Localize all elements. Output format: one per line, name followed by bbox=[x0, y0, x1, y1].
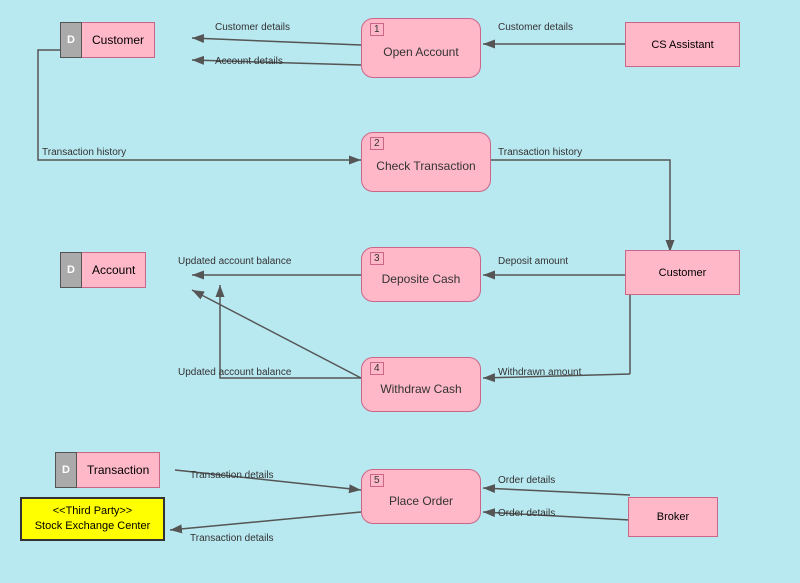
label-updated-balance-deposit: Updated account balance bbox=[178, 256, 291, 267]
entity-cs-assistant-label: CS Assistant bbox=[651, 39, 713, 51]
label-order-details-top: Order details bbox=[498, 475, 555, 486]
datastore-transaction: D Transaction bbox=[55, 452, 160, 488]
process-label-1: Open Account bbox=[383, 45, 458, 59]
process-label-4: Withdraw Cash bbox=[380, 382, 461, 396]
label-customer-details-top: Customer details bbox=[215, 22, 290, 33]
process-label-2: Check Transaction bbox=[376, 159, 475, 173]
label-order-details-bottom: Order details bbox=[498, 508, 555, 519]
datastore-label-transaction: Transaction bbox=[77, 452, 160, 488]
label-withdrawn-amount: Withdrawn amount bbox=[498, 367, 581, 378]
datastore-label-customer: Customer bbox=[82, 22, 155, 58]
process-deposit-cash: 3 Deposite Cash bbox=[361, 247, 481, 302]
datastore-d-customer: D bbox=[60, 22, 82, 58]
diagram-container: 1 Open Account 2 Check Transaction 3 Dep… bbox=[0, 0, 800, 583]
label-deposit-amount: Deposit amount bbox=[498, 256, 568, 267]
special-box-label: <<Third Party>>Stock Exchange Center bbox=[35, 504, 151, 535]
entity-customer-right: Customer bbox=[625, 250, 740, 295]
label-transaction-details-left: Transaction details bbox=[190, 470, 274, 481]
process-label-3: Deposite Cash bbox=[382, 272, 461, 286]
datastore-d-transaction: D bbox=[55, 452, 77, 488]
process-number-4: 4 bbox=[370, 362, 384, 375]
process-open-account: 1 Open Account bbox=[361, 18, 481, 78]
datastore-account: D Account bbox=[60, 252, 146, 288]
label-customer-details-cs: Customer details bbox=[498, 22, 573, 33]
process-number-1: 1 bbox=[370, 23, 384, 36]
label-transaction-history-right: Transaction history bbox=[498, 147, 582, 158]
label-transaction-history-left: Transaction history bbox=[42, 147, 126, 158]
process-check-transaction: 2 Check Transaction bbox=[361, 132, 491, 192]
entity-broker-label: Broker bbox=[657, 511, 689, 523]
special-third-party: <<Third Party>>Stock Exchange Center bbox=[20, 497, 165, 541]
label-transaction-details-bottom: Transaction details bbox=[190, 533, 274, 544]
entity-broker: Broker bbox=[628, 497, 718, 537]
label-updated-balance-withdraw: Updated account balance bbox=[178, 367, 291, 378]
entity-cs-assistant: CS Assistant bbox=[625, 22, 740, 67]
process-withdraw-cash: 4 Withdraw Cash bbox=[361, 357, 481, 412]
process-number-3: 3 bbox=[370, 252, 384, 265]
label-account-details: Account details bbox=[215, 56, 283, 67]
process-number-5: 5 bbox=[370, 474, 384, 487]
datastore-customer: D Customer bbox=[60, 22, 155, 58]
entity-customer-right-label: Customer bbox=[659, 267, 707, 279]
datastore-label-account: Account bbox=[82, 252, 146, 288]
process-place-order: 5 Place Order bbox=[361, 469, 481, 524]
process-number-2: 2 bbox=[370, 137, 384, 150]
datastore-d-account: D bbox=[60, 252, 82, 288]
process-label-5: Place Order bbox=[389, 494, 453, 508]
